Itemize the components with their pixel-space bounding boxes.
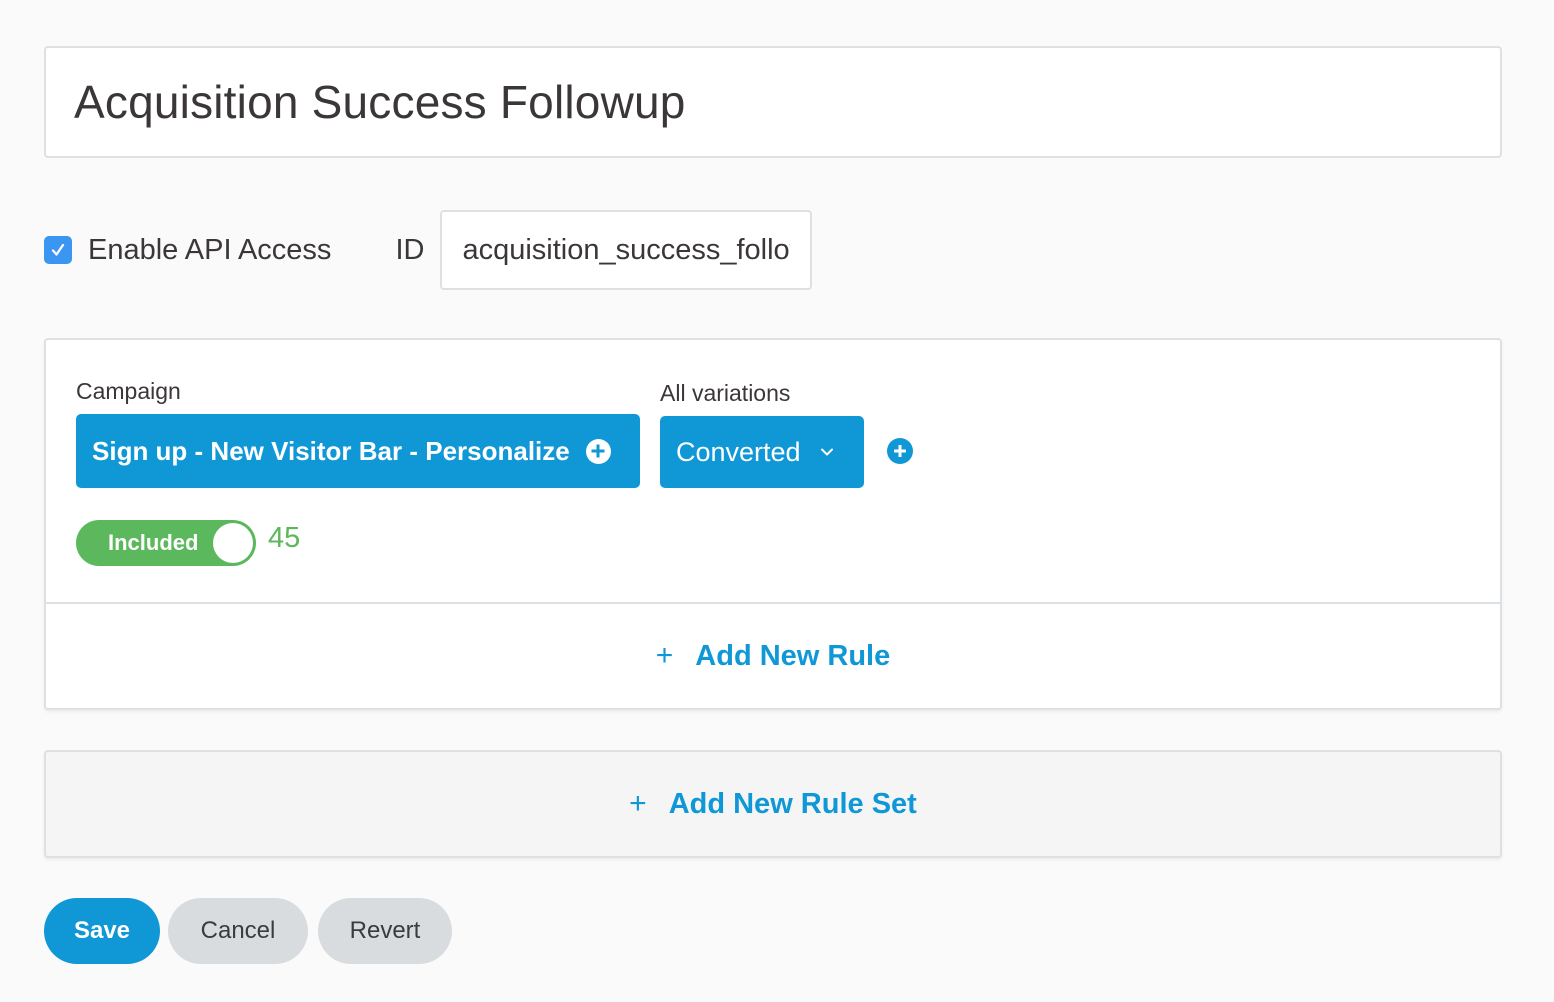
variation-label: All variations xyxy=(660,380,791,406)
plus-circle-icon[interactable] xyxy=(585,438,611,464)
match-count: 45 xyxy=(268,522,301,554)
checkmark-icon xyxy=(51,243,65,256)
add-new-rule-label: Add New Rule xyxy=(695,639,891,672)
add-new-rule-set-button[interactable]: + Add New Rule Set xyxy=(44,750,1502,858)
enable-api-checkbox[interactable] xyxy=(44,236,72,264)
rule: Campaign All variations Sign up - New Vi… xyxy=(46,340,1500,604)
campaign-value: Sign up - New Visitor Bar - Personalize xyxy=(92,435,570,466)
segment-title-field[interactable]: Acquisition Success Followup xyxy=(44,46,1502,158)
enable-api-label[interactable]: Enable API Access xyxy=(88,234,331,267)
revert-button[interactable]: Revert xyxy=(318,898,452,964)
id-input[interactable] xyxy=(440,210,813,290)
campaign-label: Campaign xyxy=(76,378,181,404)
add-condition-icon[interactable] xyxy=(887,438,913,464)
plus-icon: + xyxy=(629,787,647,820)
campaign-select-button[interactable]: Sign up - New Visitor Bar - Personalize xyxy=(76,414,640,488)
segment-editor: Acquisition Success Followup Enable API … xyxy=(0,0,1554,1002)
id-label: ID xyxy=(395,233,425,266)
form-actions: Save Cancel Revert xyxy=(44,898,452,964)
included-toggle[interactable]: Included xyxy=(76,520,256,566)
cancel-button[interactable]: Cancel xyxy=(168,898,308,964)
add-new-rule-set-label: Add New Rule Set xyxy=(668,787,917,820)
variation-dropdown[interactable]: Converted xyxy=(660,416,864,488)
toggle-knob xyxy=(213,523,253,563)
rule-set-card: Campaign All variations Sign up - New Vi… xyxy=(44,338,1502,710)
add-new-rule-button[interactable]: + Add New Rule xyxy=(46,604,1500,708)
toggle-label: Included xyxy=(108,530,199,555)
api-access-row: Enable API Access ID xyxy=(44,210,813,290)
variation-value: Converted xyxy=(676,436,801,467)
segment-title[interactable]: Acquisition Success Followup xyxy=(74,75,686,129)
save-button[interactable]: Save xyxy=(44,898,160,964)
chevron-down-icon xyxy=(820,448,833,456)
plus-icon: + xyxy=(655,639,674,672)
